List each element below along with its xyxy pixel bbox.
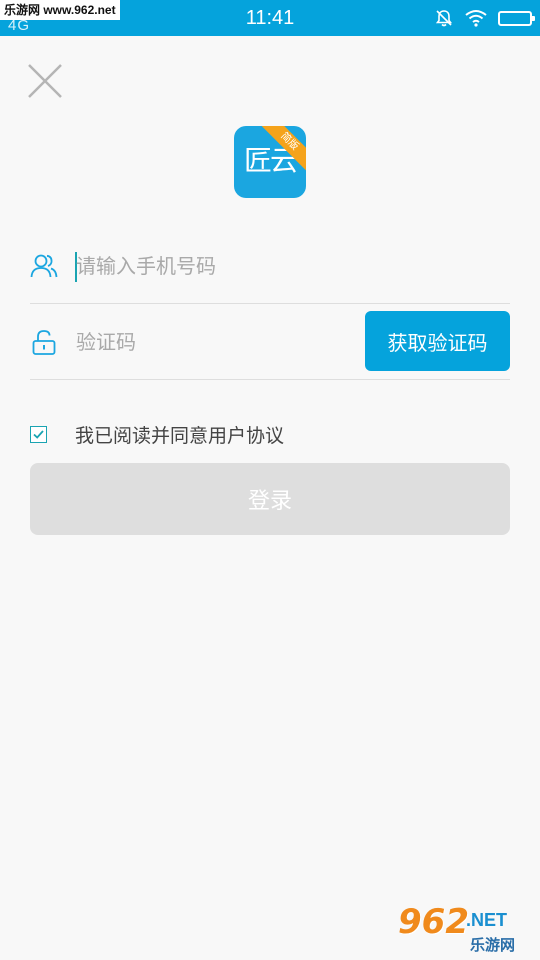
watermark-top: 乐游网 www.962.net — [0, 0, 120, 20]
close-button[interactable] — [26, 62, 64, 100]
phone-input[interactable] — [76, 246, 376, 286]
agreement-checkbox[interactable] — [30, 425, 47, 443]
close-icon — [28, 64, 62, 98]
verification-code-input[interactable] — [76, 322, 376, 362]
watermark-bottom: 962 .NET 乐游网 — [398, 904, 534, 956]
login-screen: 4G 11:41 乐游网 www.962.net 匠云 简版 请输入手机号码 验… — [0, 0, 540, 960]
app-logo: 匠云 简版 — [234, 126, 306, 198]
status-icons — [434, 8, 535, 28]
watermark-name: 乐游网 — [470, 936, 516, 954]
login-button[interactable]: 登录 — [30, 463, 510, 535]
phone-row — [30, 228, 510, 304]
lock-icon — [32, 330, 56, 355]
watermark-number: 962 — [398, 902, 469, 942]
wifi-icon — [465, 10, 487, 27]
mute-bell-icon — [435, 10, 453, 27]
agreement-row: 我已阅读并同意用户协议 — [30, 420, 284, 448]
battery-icon — [498, 10, 535, 26]
user-icon — [30, 254, 58, 278]
get-code-button[interactable]: 获取验证码 — [365, 311, 510, 371]
check-icon — [33, 429, 44, 439]
code-row: 获取验证码 — [30, 304, 510, 380]
status-bar: 4G 11:41 乐游网 www.962.net — [0, 0, 540, 36]
agreement-label[interactable]: 我已阅读并同意用户协议 — [75, 421, 284, 448]
watermark-net: .NET — [466, 910, 508, 930]
